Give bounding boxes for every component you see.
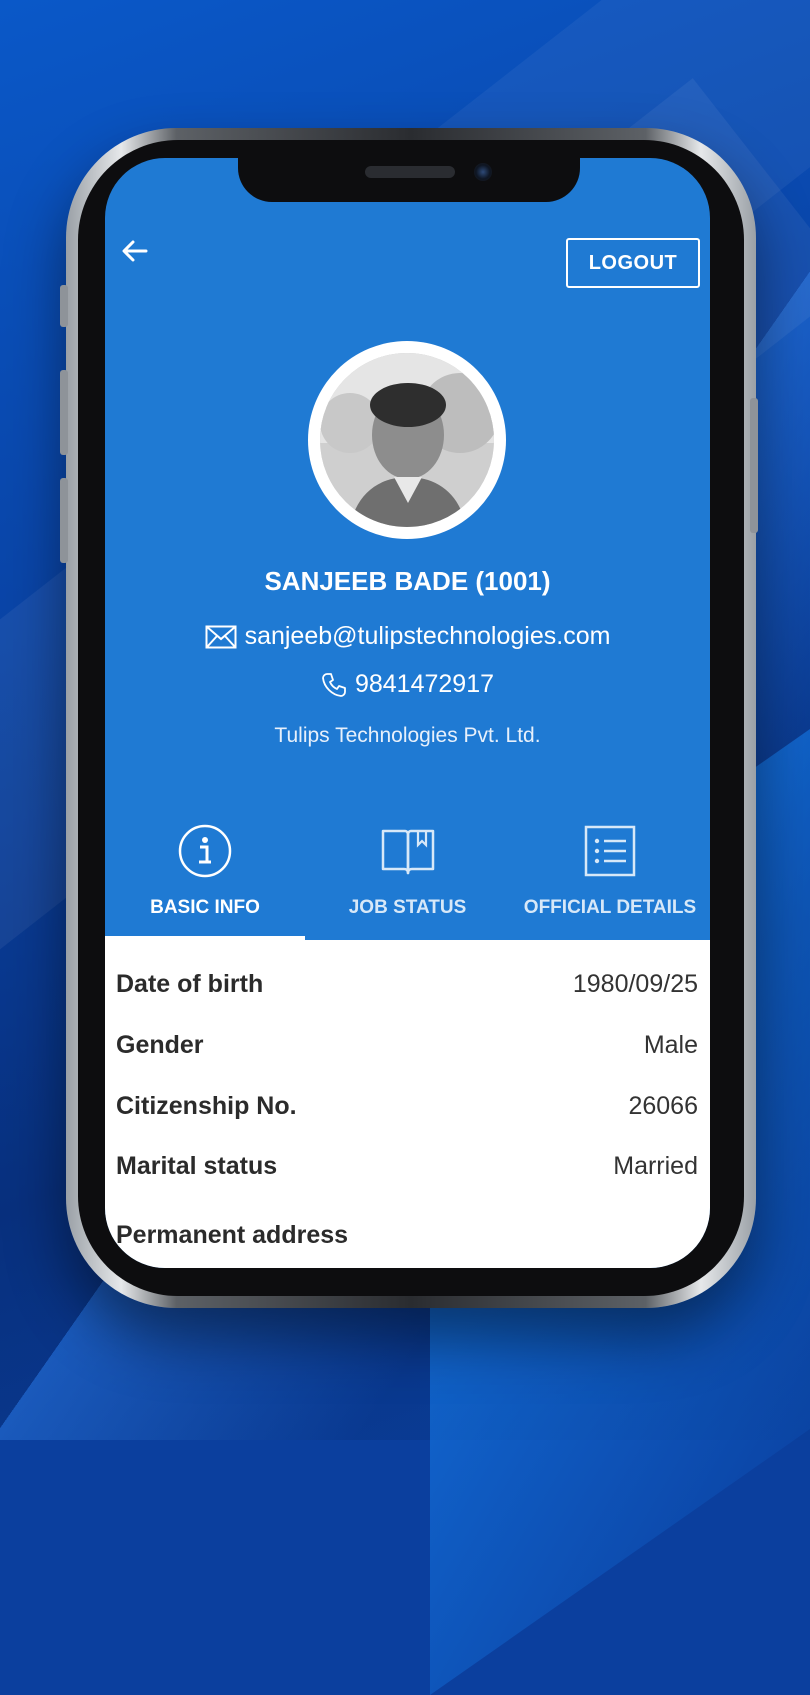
phone-side-button [60,370,68,455]
back-button[interactable] [115,236,155,276]
email-text[interactable]: sanjeeb@tulipstechnologies.com [245,622,611,651]
info-label: Date of birth [116,969,264,998]
info-label: Gender [116,1030,204,1059]
tab-label: JOB STATUS [348,897,467,918]
phone-speaker [365,166,455,178]
book-icon [381,829,434,875]
info-value: 1980/09/25 [572,969,698,998]
employee-name: SANJEEB BADE (1001) [264,566,551,596]
tab-job-status[interactable]: JOB STATUS [305,813,510,939]
app-screen: LOGOUT SANJEEB BADE (1001) sanjeeb@tulip… [105,158,710,1268]
info-row-citizenship: Citizenship No. 26066 [116,1086,698,1126]
info-value: Male [643,1030,698,1059]
info-label: Marital status [116,1151,278,1180]
tab-label: BASIC INFO [150,897,260,918]
logout-button[interactable]: LOGOUT [566,238,700,288]
info-row-marital-status: Marital status Married [116,1146,698,1186]
phone-text[interactable]: 9841472917 [355,670,494,699]
tab-basic-info[interactable]: BASIC INFO [105,813,305,939]
mail-icon [205,625,237,648]
info-value: 26066 [628,1091,698,1120]
front-camera [474,163,492,181]
tab-bar: BASIC INFO JOB STATUS OFFICIAL DETAILS [105,813,710,939]
phone-icon [322,672,346,697]
info-row-gender: Gender Male [116,1025,698,1065]
info-circle-icon [178,824,232,878]
info-label: Permanent address [116,1220,349,1249]
info-row-dob: Date of birth 1980/09/25 [116,964,698,1004]
email-row: sanjeeb@tulipstechnologies.com [105,622,710,651]
avatar [308,341,506,539]
phone-side-button [60,285,68,327]
info-row-permanent-address: Permanent address [116,1215,698,1255]
arrow-left-icon [122,240,148,262]
phone-row: 9841472917 [105,670,710,699]
phone-side-button [60,478,68,563]
phone-power-button [750,398,758,533]
info-label: Citizenship No. [116,1091,297,1120]
info-value: Married [613,1151,698,1180]
company-name: Tulips Technologies Pvt. Ltd. [274,724,541,747]
profile-photo [320,353,494,527]
phone-notch [238,158,580,202]
tab-label: OFFICIAL DETAILS [523,897,697,918]
list-icon [584,825,636,877]
basic-info-panel: Date of birth 1980/09/25 Gender Male Cit… [105,940,710,1268]
tab-official-details[interactable]: OFFICIAL DETAILS [510,813,710,939]
